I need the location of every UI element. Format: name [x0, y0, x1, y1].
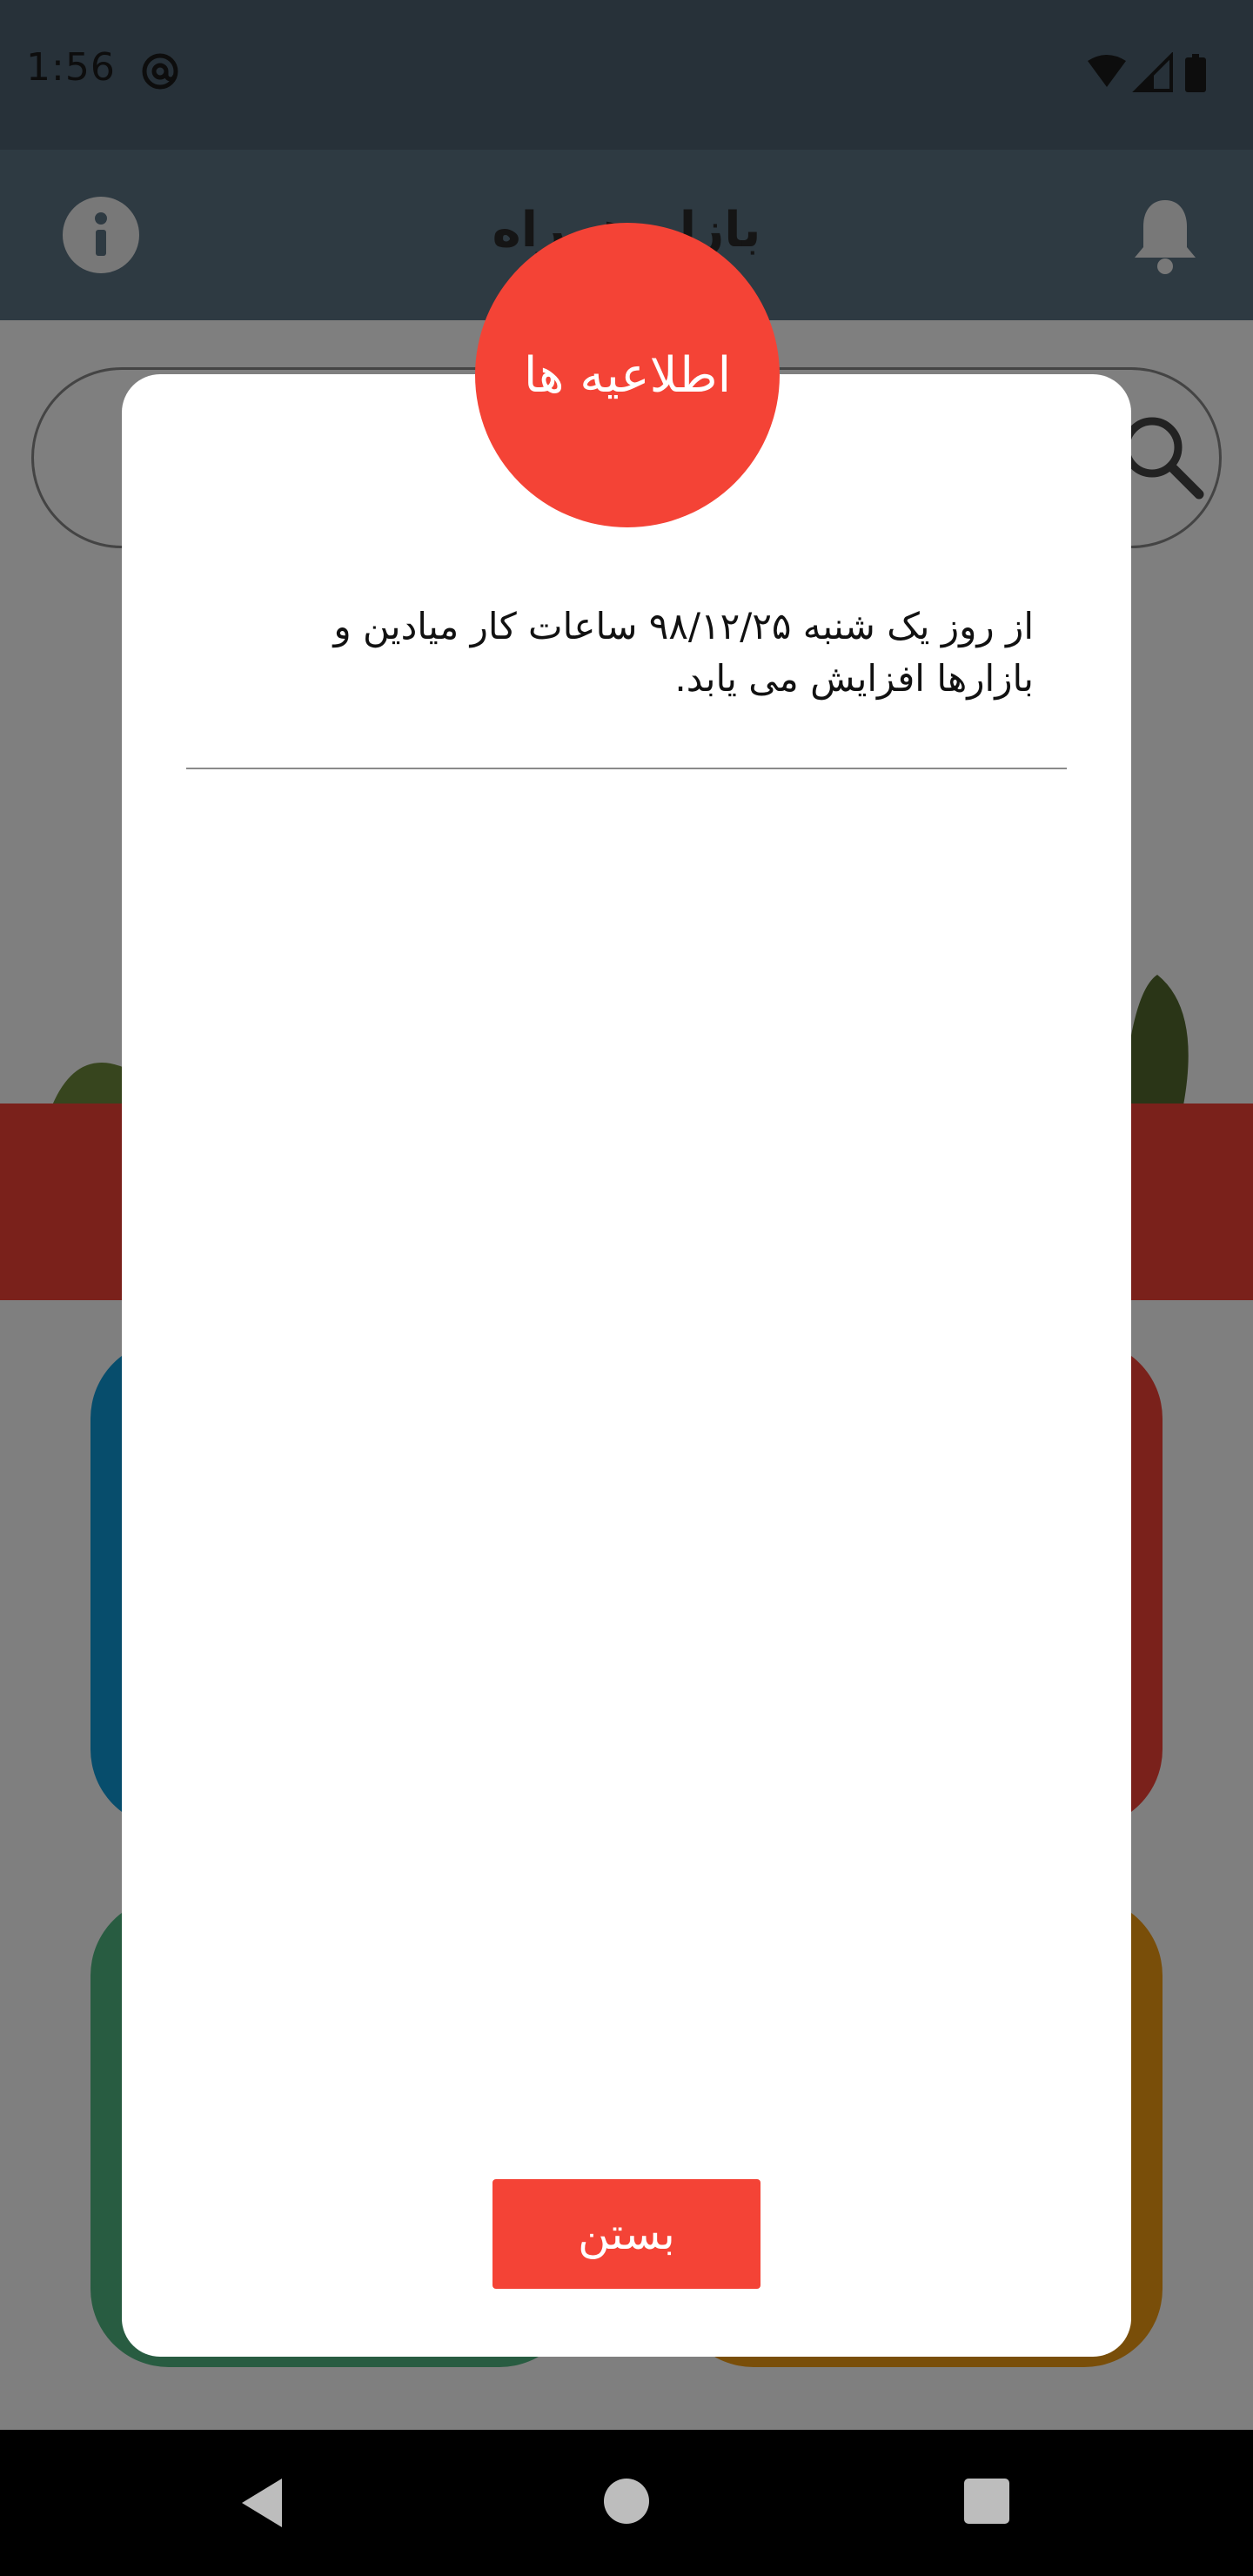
close-button[interactable]: بستن	[492, 2179, 761, 2289]
dialog-divider	[186, 768, 1067, 769]
dialog-title: اطلاعیه ها	[523, 346, 732, 404]
back-icon[interactable]	[238, 2475, 285, 2531]
recents-icon[interactable]	[964, 2479, 1009, 2524]
dialog-message: از روز یک شنبه ۹۸/۱۲/۲۵ ساعات کار میادین…	[333, 605, 1034, 700]
home-icon[interactable]	[604, 2479, 649, 2524]
dialog-title-badge: اطلاعیه ها	[475, 223, 780, 527]
